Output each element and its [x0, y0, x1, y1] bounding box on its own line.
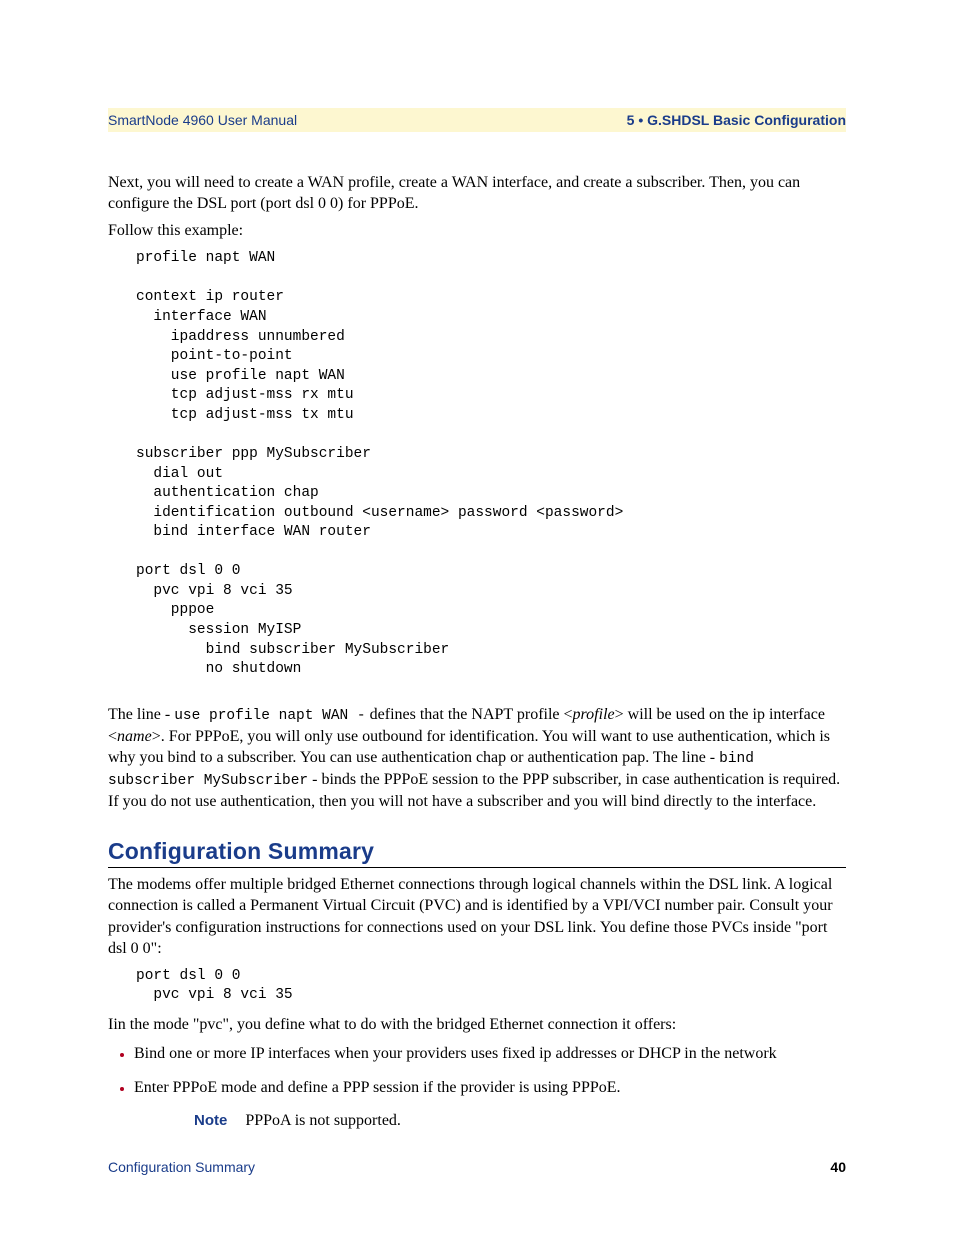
explain-mid1: defines that the NAPT profile <: [366, 706, 573, 723]
list-item: Enter PPPoE mode and define a PPP sessio…: [134, 1077, 846, 1099]
intro-paragraph-2: Follow this example:: [108, 220, 846, 241]
footer-left: Configuration Summary: [108, 1159, 255, 1175]
header-right: 5 • G.SHDSL Basic Configuration: [627, 112, 846, 128]
bullet-list: Bind one or more IP interfaces when your…: [108, 1043, 846, 1098]
section-title: Configuration Summary: [108, 838, 846, 865]
header-left: SmartNode 4960 User Manual: [108, 112, 297, 128]
explain-ital1: profile: [573, 706, 615, 723]
explain-ital2: name: [117, 728, 152, 745]
page-footer: Configuration Summary 40: [108, 1159, 846, 1175]
section-rule: [108, 867, 846, 868]
code-block-1: profile napt WAN context ip router inter…: [136, 249, 846, 679]
note-row: Note PPPoA is not supported.: [194, 1112, 846, 1130]
list-item: Bind one or more IP interfaces when your…: [134, 1043, 846, 1065]
section-paragraph-1: The modems offer multiple bridged Ethern…: [108, 874, 846, 958]
page: SmartNode 4960 User Manual 5 • G.SHDSL B…: [0, 0, 954, 1235]
note-label: Note: [194, 1112, 227, 1129]
explain-pre: The line -: [108, 706, 174, 723]
note-text: PPPoA is not supported.: [245, 1112, 401, 1129]
explanation-paragraph: The line - use profile napt WAN - define…: [108, 704, 846, 813]
code-block-2: port dsl 0 0 pvc vpi 8 vci 35: [136, 967, 846, 1006]
page-header: SmartNode 4960 User Manual 5 • G.SHDSL B…: [108, 108, 846, 132]
explain-code-1: use profile napt WAN -: [174, 708, 365, 724]
footer-page-number: 40: [830, 1159, 846, 1175]
intro-paragraph-1: Next, you will need to create a WAN prof…: [108, 172, 846, 214]
paragraph-after-code2: Iin the mode "pvc", you define what to d…: [108, 1014, 846, 1035]
